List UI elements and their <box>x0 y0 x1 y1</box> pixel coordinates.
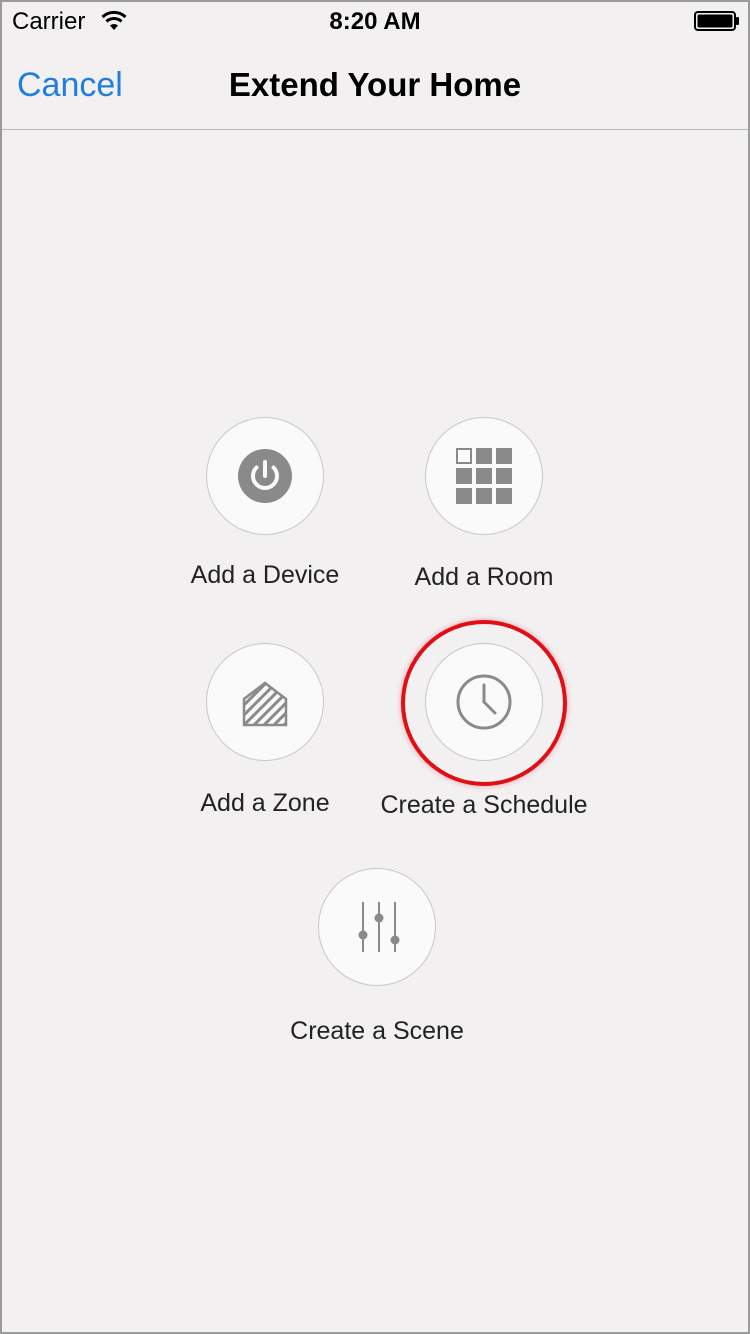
navigation-bar: Cancel Extend Your Home <box>2 42 748 130</box>
add-room-label: Add a Room <box>414 563 554 591</box>
create-scene-action[interactable]: Create a Scene <box>257 868 497 1058</box>
grid-icon <box>456 448 512 504</box>
status-time: 8:20 AM <box>329 8 421 35</box>
add-device-label: Add a Device <box>190 561 340 589</box>
add-zone-button[interactable] <box>206 643 324 761</box>
battery-icon <box>694 11 739 31</box>
power-icon <box>238 449 292 503</box>
sliders-icon <box>358 902 400 952</box>
zone-house-icon <box>242 681 288 727</box>
add-device-button[interactable] <box>206 417 324 535</box>
highlight-ring <box>401 620 567 786</box>
create-scene-label: Create a Scene <box>290 1017 464 1045</box>
add-room-action[interactable]: Add a Room <box>364 417 604 607</box>
create-schedule-label: Create a Schedule <box>380 791 588 819</box>
add-room-button[interactable] <box>425 417 543 535</box>
page-title: Extend Your Home <box>228 66 522 103</box>
status-bar: Carrier 8:20 AM <box>2 2 748 42</box>
add-zone-label: Add a Zone <box>200 789 330 817</box>
add-zone-action[interactable]: Add a Zone <box>145 643 385 833</box>
create-scene-button[interactable] <box>318 868 436 986</box>
add-device-action[interactable]: Add a Device <box>145 417 385 607</box>
